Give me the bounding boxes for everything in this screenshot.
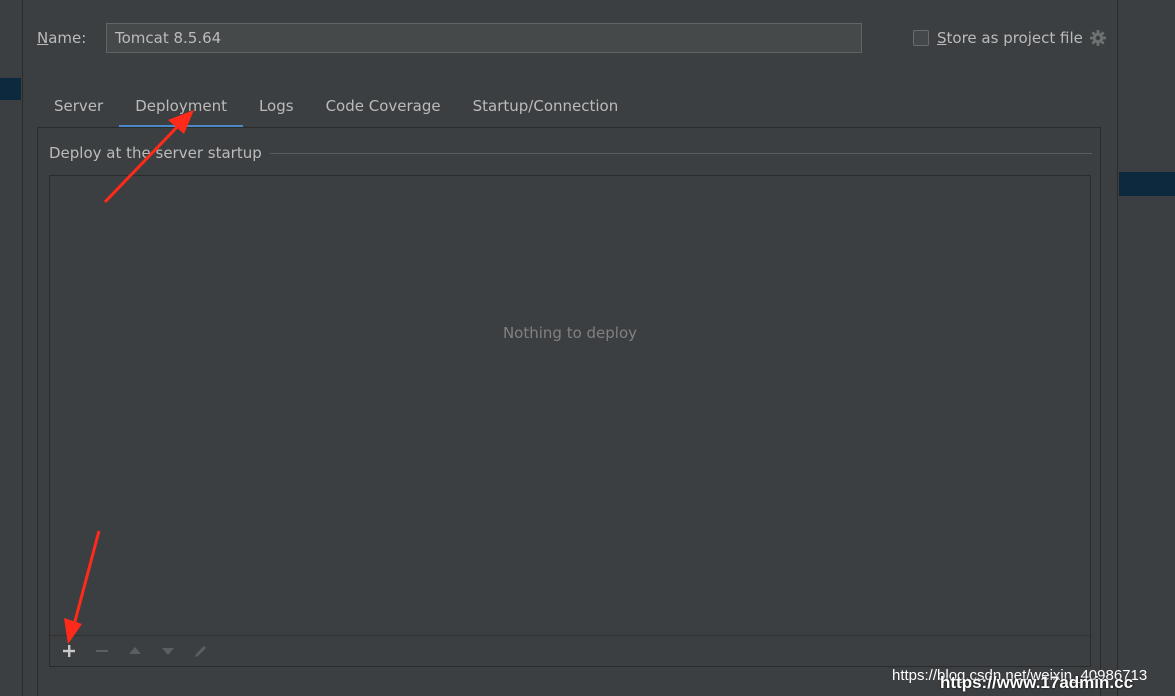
- right-selected-item[interactable]: [1119, 172, 1175, 196]
- run-configuration-dialog: Name: Tomcat 8.5.64 Store as project fil…: [0, 0, 1175, 696]
- configuration-tree-panel: [0, 0, 23, 696]
- deployment-toolbar: [50, 635, 1090, 666]
- right-side-panel: [1117, 0, 1175, 696]
- deployment-list[interactable]: Nothing to deploy: [49, 175, 1091, 667]
- minus-icon: [96, 650, 108, 652]
- watermark-site: https://www.17admin.cc: [940, 673, 1134, 692]
- arrow-down-icon: [162, 648, 174, 655]
- tab-startup-connection[interactable]: Startup/Connection: [457, 92, 635, 128]
- name-label: Name:: [37, 29, 87, 47]
- add-button[interactable]: [58, 640, 80, 662]
- tab-code-coverage[interactable]: Code Coverage: [310, 92, 457, 128]
- arrow-up-icon: [129, 647, 141, 654]
- store-as-project-file[interactable]: Store as project file: [913, 29, 1107, 47]
- edit-button[interactable]: [190, 640, 212, 662]
- tab-server[interactable]: Server: [38, 92, 119, 128]
- move-up-button[interactable]: [124, 640, 146, 662]
- gear-icon[interactable]: [1089, 29, 1107, 47]
- section-title: Deploy at the server startup: [49, 144, 270, 162]
- config-tabs: Server Deployment Logs Code Coverage Sta…: [38, 92, 634, 128]
- plus-icon: [63, 645, 75, 657]
- move-down-button[interactable]: [157, 640, 179, 662]
- tab-logs[interactable]: Logs: [243, 92, 310, 128]
- selected-tree-item[interactable]: [0, 78, 21, 100]
- store-as-project-file-checkbox[interactable]: [913, 30, 929, 46]
- remove-button[interactable]: [91, 640, 113, 662]
- empty-list-text: Nothing to deploy: [502, 324, 638, 342]
- store-as-project-file-label[interactable]: Store as project file: [937, 29, 1083, 47]
- pencil-icon: [195, 646, 206, 657]
- tab-deployment[interactable]: Deployment: [119, 92, 243, 128]
- name-input[interactable]: Tomcat 8.5.64: [106, 23, 862, 53]
